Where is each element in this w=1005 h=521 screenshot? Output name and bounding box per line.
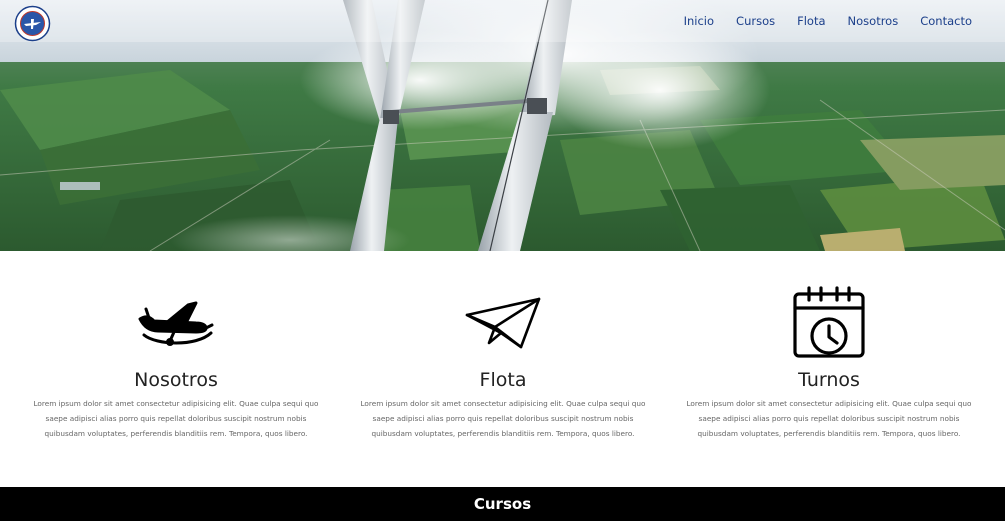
features-section: Nosotros Lorem ipsum dolor sit amet cons… [0,251,1005,487]
nav-link-flota[interactable]: Flota [786,14,836,28]
nav-link-nosotros[interactable]: Nosotros [837,14,910,28]
hero-banner: Inicio Cursos Flota Nosotros Contacto [0,0,1005,251]
school-seal-logo[interactable] [14,5,51,42]
feature-title: Nosotros [134,369,218,391]
feature-description: Lorem ipsum dolor sit amet consectetur a… [360,399,646,438]
airplane-icon [136,295,216,352]
main-nav: Inicio Cursos Flota Nosotros Contacto [673,0,983,42]
feature-description: Lorem ipsum dolor sit amet consectetur a… [33,399,319,438]
nav-link-inicio[interactable]: Inicio [673,14,725,28]
section-title: Cursos [473,495,532,513]
feature-title: Turnos [798,369,860,391]
nav-link-cursos[interactable]: Cursos [725,14,786,28]
top-navigation-bar: Inicio Cursos Flota Nosotros Contacto [0,0,1005,42]
nav-link-contacto[interactable]: Contacto [909,14,983,28]
feature-description: Lorem ipsum dolor sit amet consectetur a… [686,399,972,438]
cursos-section-header: Cursos [0,487,1005,521]
paper-plane-icon [463,295,543,356]
calendar-clock-icon [791,286,867,365]
feature-title: Flota [479,369,527,391]
